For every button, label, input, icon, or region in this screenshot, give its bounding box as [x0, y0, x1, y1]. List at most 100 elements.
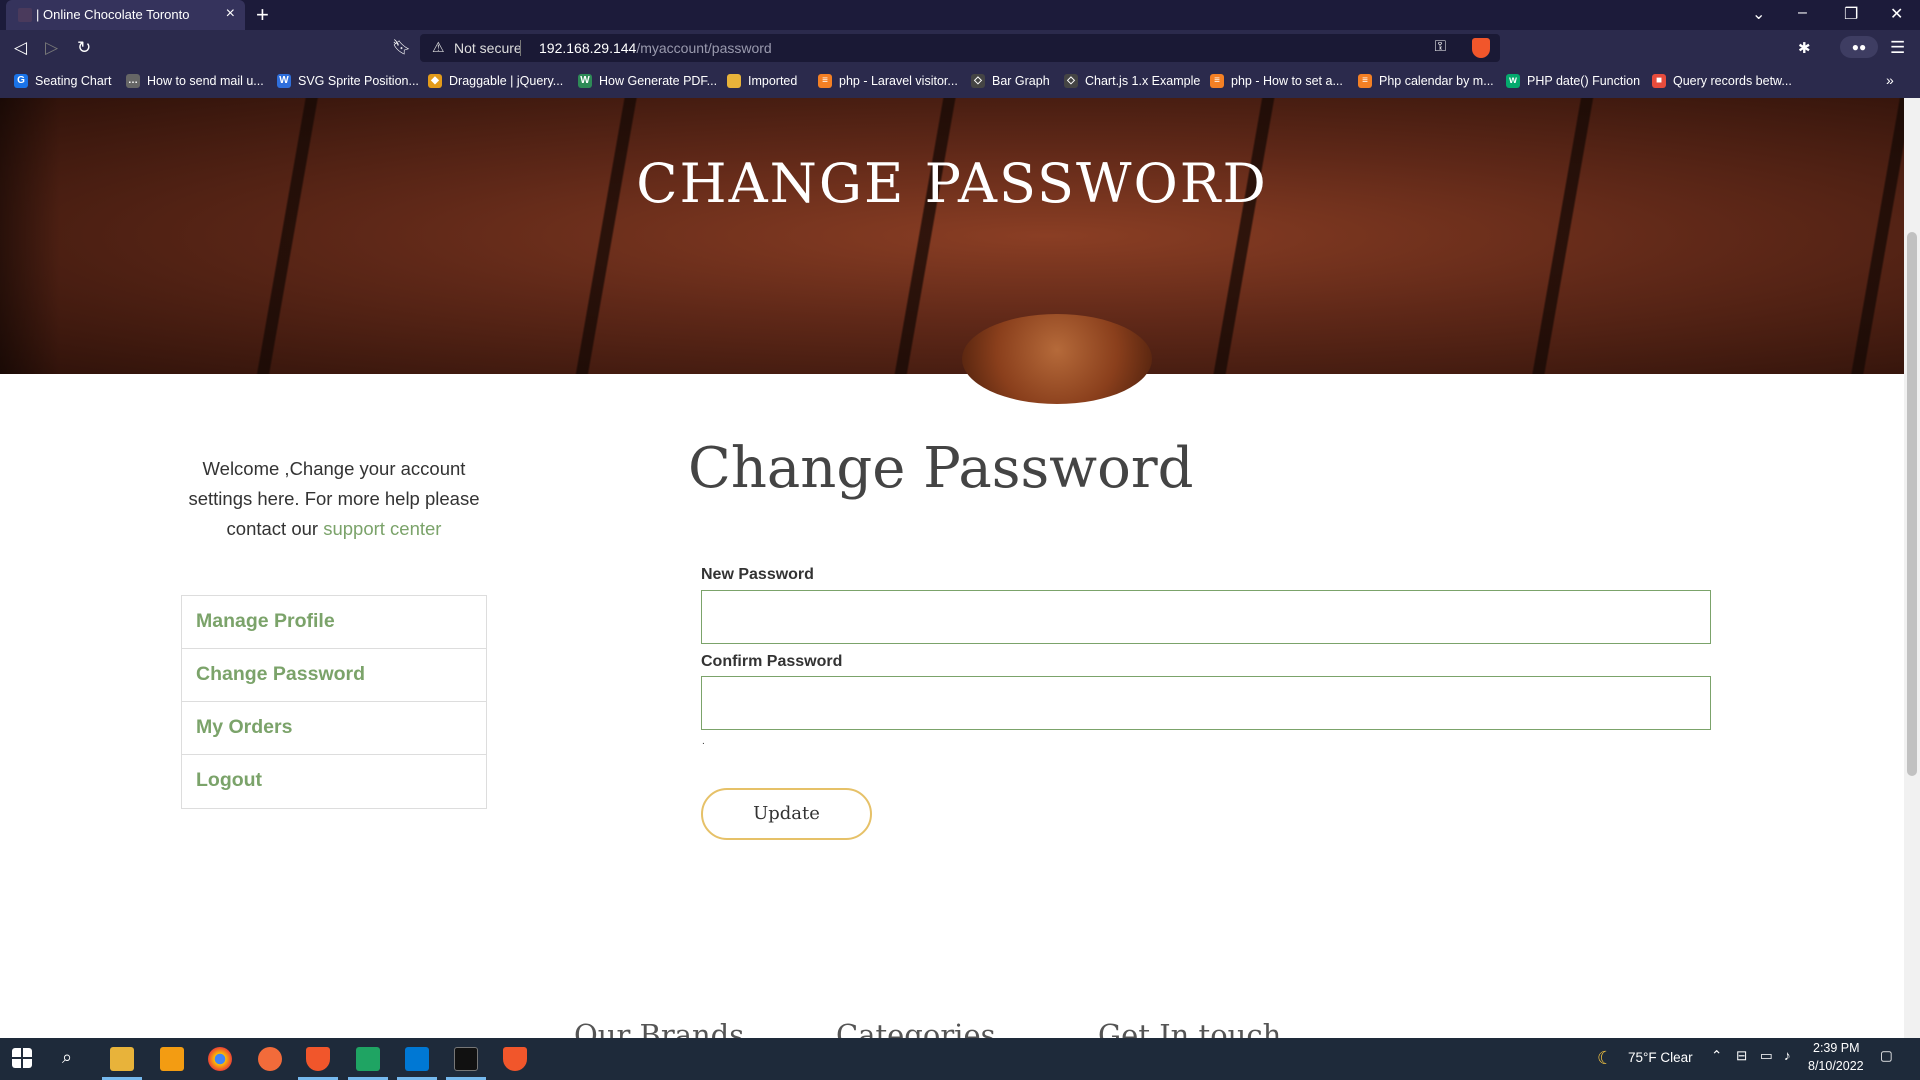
- stack-icon: ≡: [818, 74, 832, 88]
- bookmark-label: php - Laravel visitor...: [839, 74, 958, 88]
- bookmark-item[interactable]: G Seating Chart: [14, 74, 111, 88]
- file-explorer-icon[interactable]: [110, 1047, 134, 1071]
- weather-text[interactable]: 75°F Clear: [1628, 1050, 1693, 1065]
- w3-icon: w: [1506, 74, 1520, 88]
- close-window-icon[interactable]: ✕: [1890, 4, 1903, 24]
- hero-title: CHANGE PASSWORD: [636, 152, 1268, 215]
- codepen-icon: ◇: [971, 74, 985, 88]
- search-icon[interactable]: ⌕: [62, 1047, 72, 1068]
- bookmark-item[interactable]: … How to send mail u...: [126, 74, 264, 88]
- new-tab-icon[interactable]: +: [256, 2, 269, 28]
- bookmark-label: php - How to set a...: [1231, 74, 1343, 88]
- brave-taskbar-icon[interactable]: [306, 1047, 330, 1071]
- key-icon[interactable]: ⚿: [1435, 38, 1446, 55]
- bookmark-label: Imported: [748, 74, 798, 88]
- network-icon[interactable]: ⊟: [1736, 1048, 1747, 1064]
- url-text[interactable]: 192.168.29.144/myaccount/password: [539, 40, 772, 56]
- new-password-input[interactable]: [701, 590, 1711, 644]
- hero-chocolate-image: [962, 314, 1152, 404]
- page-title: Change Password: [688, 436, 1194, 501]
- bookmark-item[interactable]: ◆ Draggable | jQuery...: [428, 74, 563, 88]
- menu-item-logout[interactable]: Logout: [182, 755, 486, 808]
- bookmark-item[interactable]: ■ Query records betw...: [1652, 74, 1792, 88]
- browser-toolbar: ◁ ▷ ↻ 🔖︎ ⚠ Not secure 192.168.29.144/mya…: [0, 30, 1920, 66]
- page-scrollbar[interactable]: [1904, 98, 1920, 1038]
- display-icon[interactable]: ▭: [1760, 1048, 1773, 1064]
- codepen-icon: ◇: [1064, 74, 1078, 88]
- reload-icon[interactable]: ↻: [77, 38, 91, 58]
- stack-icon: ≡: [1358, 74, 1372, 88]
- bookmark-item[interactable]: w PHP date() Function: [1506, 74, 1640, 88]
- restore-icon[interactable]: ❐: [1844, 4, 1858, 24]
- tab-title: | Online Chocolate Toronto: [36, 7, 190, 22]
- address-bar[interactable]: ⚠ Not secure 192.168.29.144/myaccount/pa…: [420, 34, 1500, 62]
- more-bookmarks-icon[interactable]: »: [1886, 72, 1894, 88]
- address-separator: [520, 40, 521, 56]
- bookmarks-bar: » G Seating Chart… How to send mail u... W S…: [0, 66, 1920, 98]
- confirm-password-input[interactable]: [701, 676, 1711, 730]
- brave-second-icon[interactable]: [503, 1047, 527, 1071]
- chrome-icon[interactable]: [208, 1047, 232, 1071]
- clock-time[interactable]: 2:39 PM: [1813, 1041, 1860, 1055]
- bookmark-label: Bar Graph: [992, 74, 1050, 88]
- notifications-icon[interactable]: ▢: [1880, 1048, 1893, 1064]
- bookmark-label: SVG Sprite Position...: [298, 74, 419, 88]
- clock-date[interactable]: 8/10/2022: [1808, 1059, 1864, 1073]
- wallet-icon[interactable]: ●●: [1840, 36, 1878, 58]
- footer-heading-contact: Get In touch: [1098, 1018, 1282, 1038]
- extensions-icon[interactable]: ✱: [1798, 39, 1811, 57]
- minimize-icon[interactable]: –: [1798, 4, 1807, 22]
- menu-icon[interactable]: ☰: [1890, 38, 1905, 58]
- bookmark-item[interactable]: ◇ Chart.js 1.x Example: [1064, 74, 1200, 88]
- bookmark-label: PHP date() Function: [1527, 74, 1641, 88]
- bookmark-page-icon[interactable]: 🔖︎: [392, 38, 411, 56]
- weather-moon-icon: ☾: [1597, 1048, 1614, 1068]
- bookmark-label: Chart.js 1.x Example: [1085, 74, 1201, 88]
- sheets-icon[interactable]: [356, 1047, 380, 1071]
- tab-search-icon[interactable]: ⌄: [1752, 4, 1765, 24]
- browser-tab[interactable]: | Online Chocolate Toronto ×: [6, 0, 245, 30]
- url-path: /myaccount/password: [636, 40, 772, 56]
- chat-icon: …: [126, 74, 140, 88]
- vscode-icon[interactable]: [405, 1047, 429, 1071]
- bookmark-item[interactable]: ≡ php - How to set a...: [1210, 74, 1343, 88]
- shield-icon: ◆: [428, 74, 442, 88]
- support-center-link[interactable]: support center: [323, 518, 441, 539]
- tray-chevron-icon[interactable]: ⌃: [1711, 1048, 1722, 1064]
- bookmark-item[interactable]: Imported: [727, 74, 797, 88]
- forward-icon[interactable]: ▷: [45, 38, 58, 58]
- update-button[interactable]: Update: [701, 788, 872, 840]
- terminal-icon[interactable]: [454, 1047, 478, 1071]
- stack-icon: ≡: [1210, 74, 1224, 88]
- volume-icon[interactable]: ♪: [1784, 1048, 1791, 1063]
- windows-taskbar: ⌕ ☾ 75°F Clear ⌃ ⊟ ▭ ♪ 2:39 PM 8/10/2022…: [0, 1038, 1920, 1080]
- scrollbar-thumb[interactable]: [1907, 232, 1917, 776]
- postman-icon[interactable]: [258, 1047, 282, 1071]
- url-host: 192.168.29.144: [539, 40, 637, 56]
- go-icon: G: [14, 74, 28, 88]
- folder-icon: [727, 74, 741, 88]
- bookmark-item[interactable]: ≡ Php calendar by m...: [1358, 74, 1494, 88]
- menu-item-change-password[interactable]: Change Password: [182, 649, 486, 702]
- menu-item-manage-profile[interactable]: Manage Profile: [182, 596, 486, 649]
- hero-banner: CHANGE PASSWORD: [0, 98, 1904, 404]
- back-icon[interactable]: ◁: [14, 38, 27, 58]
- sublime-text-icon[interactable]: [160, 1047, 184, 1071]
- bookmark-item[interactable]: ≡ php - Laravel visitor...: [818, 74, 958, 88]
- start-icon[interactable]: [12, 1048, 32, 1068]
- bookmark-label: Draggable | jQuery...: [449, 74, 564, 88]
- footer-heading-brands: Our Brands: [574, 1018, 745, 1038]
- new-password-label: New Password: [701, 566, 814, 583]
- warning-icon: ⚠: [432, 39, 445, 55]
- menu-item-my-orders[interactable]: My Orders: [182, 702, 486, 755]
- brave-shields-icon[interactable]: [1472, 38, 1490, 58]
- bookmark-item[interactable]: W How Generate PDF...: [578, 74, 717, 88]
- w-icon: W: [578, 74, 592, 88]
- browser-tab-bar: | Online Chocolate Toronto × + ⌄ – ❐ ✕: [0, 0, 1920, 30]
- bookmark-item[interactable]: ◇ Bar Graph: [971, 74, 1050, 88]
- footer-heading-categories: Categories: [836, 1018, 996, 1038]
- bookmark-label: Php calendar by m...: [1379, 74, 1494, 88]
- tab-close-icon[interactable]: ×: [226, 5, 235, 23]
- w-icon: W: [277, 74, 291, 88]
- bookmark-item[interactable]: W SVG Sprite Position...: [277, 74, 419, 88]
